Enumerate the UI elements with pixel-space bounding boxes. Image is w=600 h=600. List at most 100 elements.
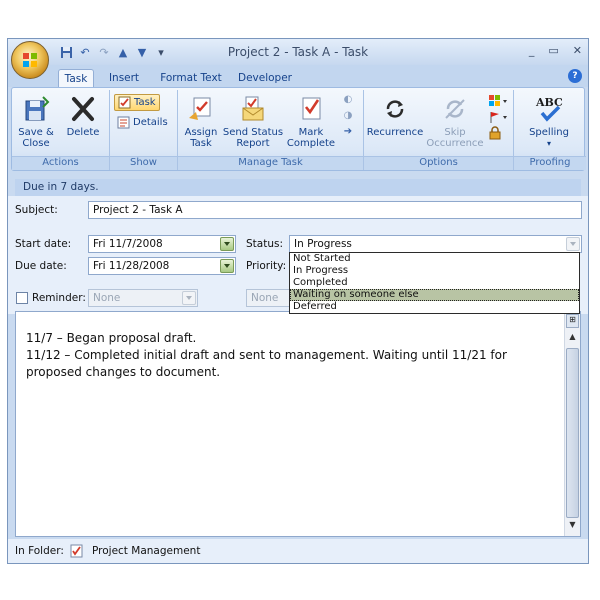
reminder-date-field[interactable]: None [88,289,198,307]
save-close-button[interactable]: Save & Close [16,94,56,149]
forward-icon[interactable]: ➔ [338,126,358,142]
notes-scrollbar[interactable]: ⊞ ▲ ▼ [564,312,580,536]
maximize-button[interactable]: ▭ [548,44,558,57]
notes-line-2: 11/12 – Completed initial draft and sent… [26,348,507,379]
send-status-icon [242,96,264,121]
reminder-time-field[interactable]: None [246,289,290,307]
save-close-label-2: Close [22,138,50,149]
due-info-bar: Due in 7 days. [15,179,581,196]
spelling-label: Spelling [529,127,569,138]
previous-item-icon[interactable]: ▲ [115,44,131,60]
help-icon[interactable]: ? [568,69,582,83]
scroll-down-icon[interactable]: ▼ [565,520,580,534]
mark-complete-label-2: Complete [286,138,336,149]
status-label: Status: [246,238,283,250]
mark-complete-label-1: Mark [298,127,324,138]
next-item-icon[interactable]: ▼ [134,44,150,60]
reminder-checkbox[interactable] [16,292,28,304]
tab-format-text[interactable]: Format Text [156,69,226,87]
delete-button[interactable]: Delete [62,94,104,138]
status-option-not-started[interactable]: Not Started [290,253,579,265]
save-close-label-1: Save & [18,127,54,138]
mark-complete-button[interactable]: Mark Complete [286,94,336,149]
show-details-label: Details [133,117,168,128]
group-label-proofing: Proofing [514,156,586,170]
delete-label: Delete [66,127,100,138]
status-option-deferred[interactable]: Deferred [290,301,579,313]
group-manage-task: Assign Task Send Status Report Mark Comp… [178,90,364,170]
private-lock-icon[interactable] [488,126,510,142]
send-status-label-2: Report [236,138,270,149]
spelling-dropdown-icon[interactable]: ▾ [547,139,551,148]
tab-insert[interactable]: Insert [104,69,144,87]
recurrence-button[interactable]: Recurrence [366,94,424,138]
reminder-time-value: None [251,292,279,304]
skip-label-2: Occurrence [426,138,484,149]
title-bar: Project 2 - Task A - Task ↶ ↷ ▲ ▼ ▾ _ ▭ … [8,39,588,65]
reply-icon[interactable]: ◑ [338,110,358,126]
close-button[interactable]: ✕ [573,44,582,57]
status-dropdown-list: Not Started In Progress Completed Waitin… [289,252,580,314]
skip-occurrence-icon [445,99,465,119]
undo-icon[interactable]: ↶ [77,44,93,60]
assign-label-1: Assign [184,127,218,138]
send-status-label-1: Send Status [222,127,284,138]
show-details-button[interactable]: Details [114,114,171,131]
assign-task-icon [189,97,211,120]
skip-occurrence-button[interactable]: Skip Occurrence [424,94,486,149]
reminder-date-dropdown-icon[interactable] [182,291,196,305]
tab-developer[interactable]: Developer [236,69,294,87]
spelling-button[interactable]: ABC Spelling ▾ [520,94,578,149]
reminder-label: Reminder: [32,292,86,304]
save-close-icon [25,96,50,121]
folder-value: Project Management [92,545,201,557]
ruler-icon[interactable]: ⊞ [566,314,579,328]
status-value: In Progress [294,238,352,250]
start-date-dropdown-icon[interactable] [220,237,234,251]
categorize-icon[interactable] [488,94,510,110]
group-proofing: ABC Spelling ▾ Proofing [514,90,586,170]
notes-text[interactable]: 11/7 – Began proposal draft. 11/12 – Com… [26,330,540,381]
notes-body[interactable]: 11/7 – Began proposal draft. 11/12 – Com… [15,311,581,537]
recurrence-label: Recurrence [366,127,424,138]
quick-access-toolbar: ↶ ↷ ▲ ▼ ▾ [58,44,169,60]
status-option-in-progress[interactable]: In Progress [290,265,579,277]
minimize-button[interactable]: _ [529,44,535,57]
skip-label-1: Skip [444,127,466,138]
group-label-show: Show [110,156,177,170]
status-option-completed[interactable]: Completed [290,277,579,289]
status-option-waiting[interactable]: Waiting on someone else [290,289,579,301]
show-task-label: Task [134,97,156,108]
redo-icon[interactable]: ↷ [96,44,112,60]
customize-toolbar-icon[interactable]: ▾ [153,44,169,60]
follow-up-flag-icon[interactable] [488,110,510,126]
details-icon [117,116,130,129]
send-status-report-button[interactable]: Send Status Report [222,94,284,149]
group-label-options: Options [364,156,513,170]
scroll-thumb[interactable] [566,348,579,518]
due-date-dropdown-icon[interactable] [220,259,234,273]
due-date-field[interactable]: Fri 11/28/2008 [88,257,236,275]
tab-task[interactable]: Task [58,69,94,87]
mark-complete-icon [302,97,321,120]
office-button[interactable] [11,41,49,79]
scroll-up-icon[interactable]: ▲ [565,332,580,346]
save-icon[interactable] [58,44,74,60]
assign-task-button[interactable]: Assign Task [182,94,220,149]
start-date-value: Fri 11/7/2008 [93,238,163,250]
group-show: Task Details Show [110,90,178,170]
status-dropdown-icon[interactable] [566,237,580,251]
delete-x-icon [72,97,94,121]
subject-input[interactable]: Project 2 - Task A [88,201,582,219]
start-date-field[interactable]: Fri 11/7/2008 [88,235,236,253]
start-date-label: Start date: [15,238,72,250]
status-select[interactable]: In Progress [289,235,582,253]
folder-bar: In Folder: Project Management [8,539,588,563]
reminder-date-value: None [93,292,121,304]
manage-small-icons: ◐ ◑ ➔ [338,94,358,142]
cancel-assignment-icon[interactable]: ◐ [338,94,358,110]
subject-label: Subject: [15,204,58,216]
office-logo-icon [23,53,37,67]
window-controls: _ ▭ ✕ [529,44,582,57]
show-task-button[interactable]: Task [114,94,160,111]
